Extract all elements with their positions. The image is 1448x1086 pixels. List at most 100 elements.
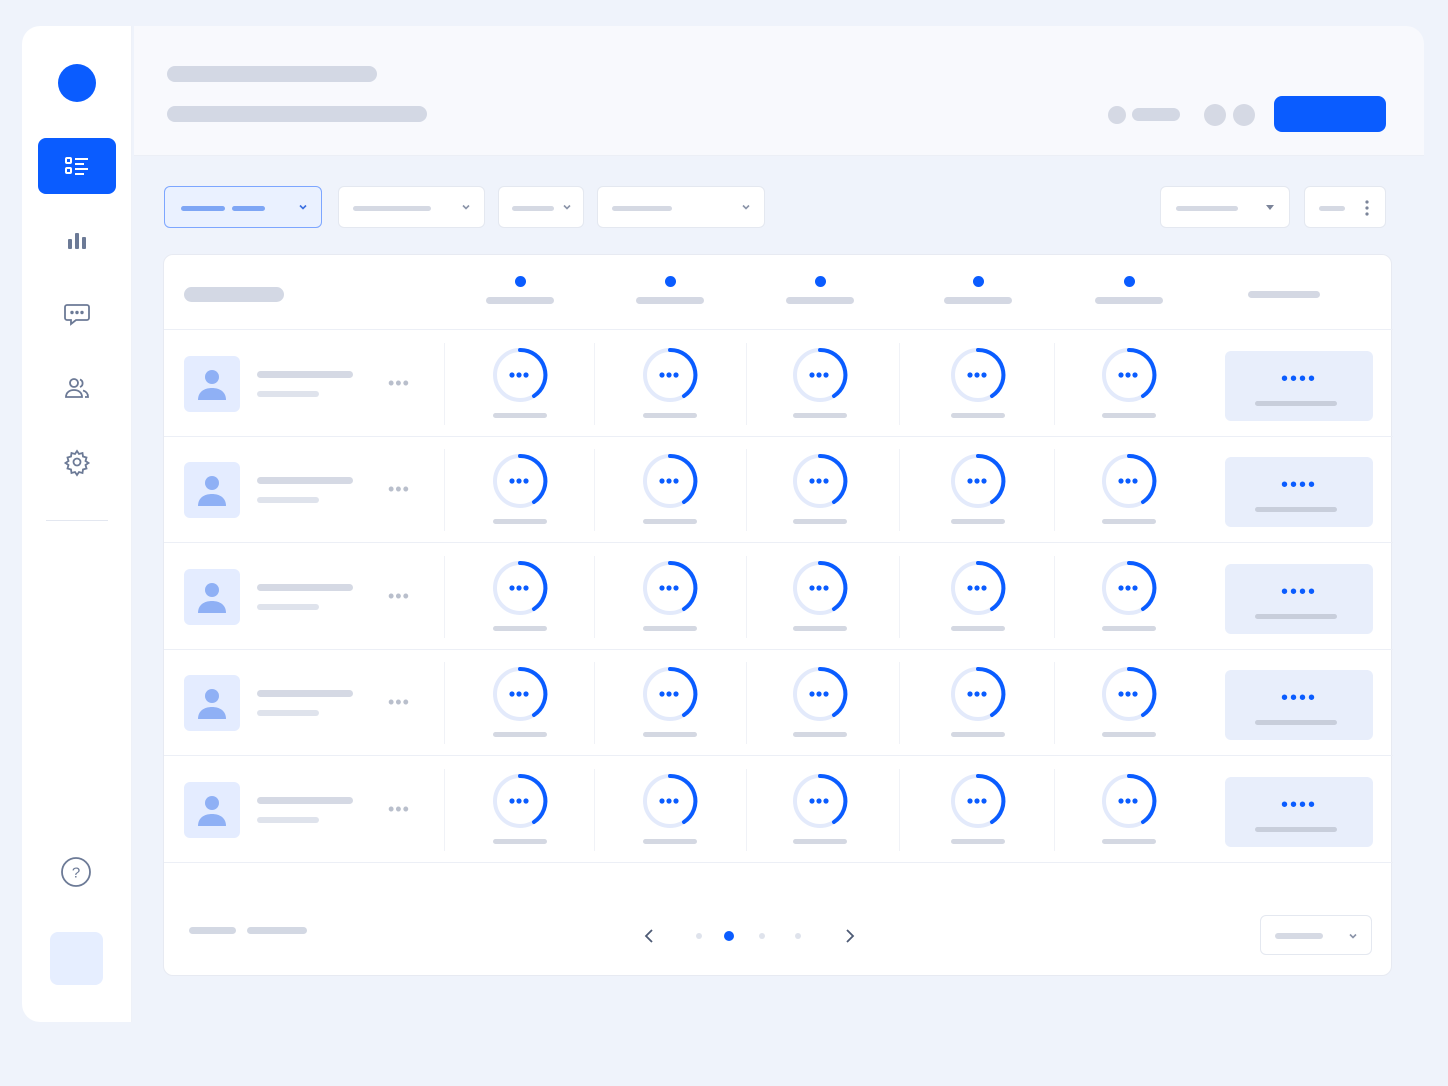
row-subtitle-placeholder bbox=[257, 816, 319, 823]
table-row[interactable]: ••• •••• bbox=[164, 757, 1393, 863]
view-options-menu[interactable] bbox=[1304, 186, 1386, 228]
caret-down-icon bbox=[1266, 205, 1274, 210]
page-dot[interactable] bbox=[696, 933, 702, 939]
row-action-button[interactable]: •••• bbox=[1225, 457, 1373, 528]
column-divider bbox=[594, 662, 595, 745]
progress-ring[interactable] bbox=[1099, 451, 1159, 511]
sort-dropdown[interactable] bbox=[1160, 186, 1290, 228]
ellipsis-icon bbox=[809, 372, 829, 378]
progress-label-placeholder bbox=[643, 625, 697, 631]
progress-ring[interactable] bbox=[640, 558, 700, 618]
column-divider bbox=[1054, 768, 1055, 851]
row-subtitle-placeholder bbox=[257, 710, 319, 717]
progress-ring[interactable] bbox=[948, 558, 1008, 618]
progress-ring[interactable] bbox=[640, 345, 700, 405]
header-avatar-2[interactable] bbox=[1233, 104, 1255, 126]
page-dot[interactable] bbox=[795, 933, 801, 939]
chevron-right-icon[interactable] bbox=[840, 927, 858, 945]
sidebar-item-settings[interactable] bbox=[38, 434, 116, 490]
progress-label-placeholder bbox=[793, 413, 847, 418]
progress-ring[interactable] bbox=[948, 771, 1008, 831]
column-divider bbox=[899, 449, 900, 532]
progress-ring[interactable] bbox=[1099, 771, 1159, 831]
filter-dropdown-2[interactable] bbox=[338, 186, 485, 228]
table-row[interactable]: ••• •••• bbox=[164, 650, 1393, 757]
row-more-icon[interactable]: ••• bbox=[388, 480, 410, 498]
progress-label-placeholder bbox=[1102, 413, 1156, 418]
column-divider bbox=[899, 768, 900, 851]
list-icon bbox=[65, 157, 88, 175]
row-action-button[interactable]: •••• bbox=[1225, 670, 1373, 741]
progress-ring[interactable] bbox=[790, 345, 850, 405]
progress-ring[interactable] bbox=[490, 345, 550, 405]
row-more-icon[interactable]: ••• bbox=[388, 693, 410, 711]
row-subtitle-placeholder bbox=[257, 603, 319, 610]
gear-icon bbox=[63, 449, 91, 477]
rows-per-page-select[interactable] bbox=[1260, 915, 1372, 955]
row-action-button[interactable]: •••• bbox=[1225, 563, 1373, 634]
progress-ring[interactable] bbox=[640, 771, 700, 831]
sidebar: ? bbox=[22, 26, 132, 1022]
progress-ring[interactable] bbox=[790, 664, 850, 724]
logo[interactable] bbox=[58, 64, 96, 102]
svg-text:?: ? bbox=[72, 865, 80, 882]
progress-ring[interactable] bbox=[790, 558, 850, 618]
ellipsis-icon: •••• bbox=[1280, 580, 1317, 603]
table-row[interactable]: ••• •••• bbox=[164, 437, 1393, 544]
progress-ring[interactable] bbox=[1099, 345, 1159, 405]
row-action-button[interactable]: •••• bbox=[1225, 351, 1373, 421]
column-divider bbox=[594, 343, 595, 425]
chevron-down-icon bbox=[1349, 933, 1357, 939]
table-row[interactable]: ••• •••• bbox=[164, 331, 1393, 437]
progress-ring[interactable] bbox=[790, 451, 850, 511]
progress-ring[interactable] bbox=[640, 664, 700, 724]
progress-ring[interactable] bbox=[490, 771, 550, 831]
page-dot[interactable] bbox=[724, 931, 734, 941]
row-more-icon[interactable]: ••• bbox=[388, 800, 410, 818]
filter-dropdown-4[interactable] bbox=[597, 186, 765, 228]
progress-label-placeholder bbox=[951, 519, 1005, 525]
sidebar-item-messages[interactable] bbox=[38, 286, 116, 342]
progress-ring[interactable] bbox=[640, 451, 700, 511]
progress-ring[interactable] bbox=[490, 558, 550, 618]
column-divider bbox=[1054, 662, 1055, 745]
column-divider bbox=[444, 449, 445, 532]
ellipsis-icon bbox=[509, 478, 529, 484]
progress-label-placeholder bbox=[493, 625, 547, 631]
user-avatar[interactable] bbox=[50, 932, 103, 985]
ellipsis-icon bbox=[509, 372, 529, 378]
column-divider bbox=[594, 449, 595, 532]
progress-ring[interactable] bbox=[948, 345, 1008, 405]
sidebar-item-users[interactable] bbox=[38, 360, 116, 416]
header-avatar-1[interactable] bbox=[1204, 104, 1226, 126]
progress-ring[interactable] bbox=[1099, 558, 1159, 618]
help-icon[interactable]: ? bbox=[60, 856, 92, 888]
row-more-icon[interactable]: ••• bbox=[388, 374, 410, 392]
sidebar-item-analytics[interactable] bbox=[38, 212, 116, 268]
progress-ring[interactable] bbox=[490, 451, 550, 511]
progress-ring[interactable] bbox=[948, 664, 1008, 724]
row-name-placeholder bbox=[257, 371, 353, 378]
filter-dropdown-3[interactable] bbox=[498, 186, 584, 228]
page-title-placeholder bbox=[167, 66, 377, 82]
footer-total-placeholder bbox=[247, 927, 307, 934]
progress-ring[interactable] bbox=[790, 771, 850, 831]
primary-action-button[interactable] bbox=[1274, 96, 1386, 132]
chevron-down-icon bbox=[299, 204, 307, 210]
table-row[interactable]: ••• •••• bbox=[164, 544, 1393, 650]
action-label-placeholder bbox=[1255, 507, 1337, 513]
row-subtitle-placeholder bbox=[257, 497, 319, 504]
page-subtitle-placeholder bbox=[167, 106, 427, 122]
column-divider bbox=[746, 555, 747, 638]
column-divider bbox=[746, 449, 747, 532]
chevron-left-icon[interactable] bbox=[641, 927, 659, 945]
avatar bbox=[184, 462, 240, 519]
progress-ring[interactable] bbox=[948, 451, 1008, 511]
filter-dropdown-1[interactable] bbox=[164, 186, 322, 228]
row-more-icon[interactable]: ••• bbox=[388, 587, 410, 605]
page-dot[interactable] bbox=[759, 933, 765, 939]
progress-ring[interactable] bbox=[490, 664, 550, 724]
sidebar-item-list[interactable] bbox=[38, 138, 116, 194]
progress-ring[interactable] bbox=[1099, 664, 1159, 724]
row-action-button[interactable]: •••• bbox=[1225, 776, 1373, 847]
